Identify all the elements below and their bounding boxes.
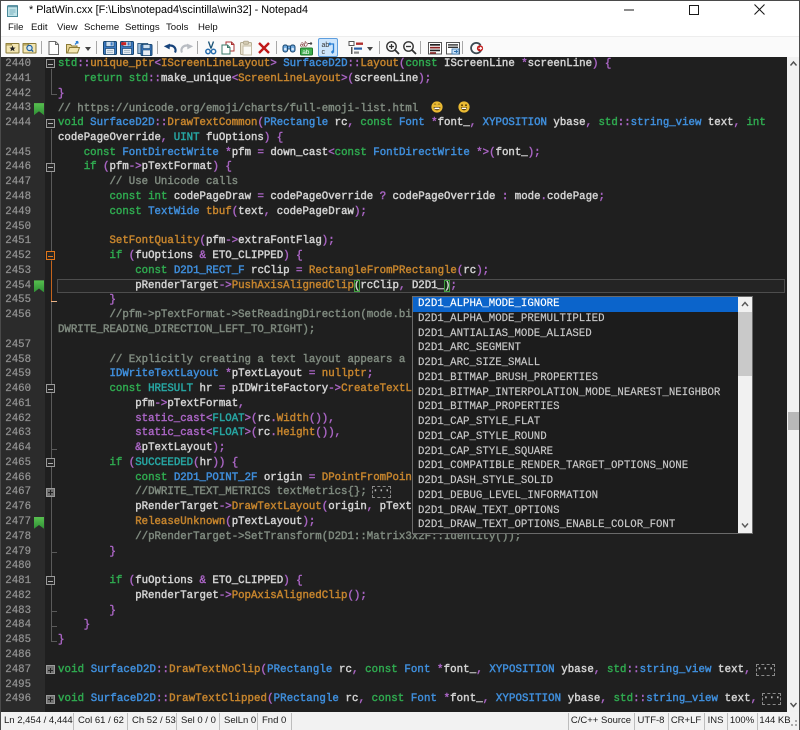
svg-text:ab: ab [322, 42, 330, 49]
svg-text:ab: ab [302, 49, 310, 56]
svg-text:c: c [322, 49, 326, 56]
svg-text:ab: ab [300, 42, 308, 49]
